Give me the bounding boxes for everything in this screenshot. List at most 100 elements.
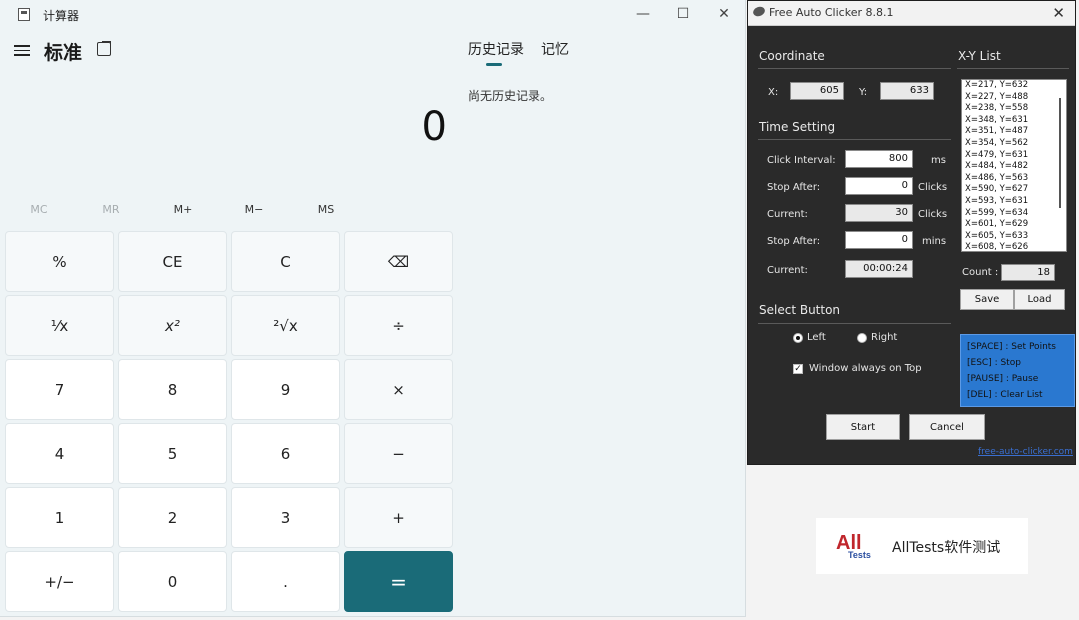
right-button-radio[interactable] bbox=[857, 333, 867, 343]
keep-on-top-icon[interactable] bbox=[97, 41, 111, 56]
list-item[interactable]: X=238, Y=558 bbox=[962, 103, 1066, 115]
divider bbox=[758, 139, 951, 140]
digit-0-button[interactable]: 0 bbox=[118, 551, 227, 612]
square-button[interactable]: x² bbox=[118, 295, 227, 356]
save-button[interactable]: Save bbox=[960, 289, 1014, 310]
list-item[interactable]: X=599, Y=634 bbox=[962, 208, 1066, 220]
alltests-logo: All Tests bbox=[836, 532, 876, 560]
current-clicks-unit: Clicks bbox=[918, 209, 948, 220]
equals-button[interactable]: = bbox=[344, 551, 453, 612]
close-icon[interactable]: ✕ bbox=[709, 4, 739, 24]
divide-button[interactable]: ÷ bbox=[344, 295, 453, 356]
clear-entry-button[interactable]: CE bbox=[118, 231, 227, 292]
list-item[interactable]: X=217, Y=632 bbox=[962, 80, 1066, 92]
clear-button[interactable]: C bbox=[231, 231, 340, 292]
mc-button[interactable]: MC bbox=[19, 203, 59, 216]
stop-after-mins-input[interactable]: 0 bbox=[845, 231, 913, 249]
list-item[interactable]: X=351, Y=487 bbox=[962, 126, 1066, 138]
hotkey-clear-list: [DEL] : Clear List bbox=[967, 390, 1043, 400]
divider bbox=[758, 68, 951, 69]
digit-5-button[interactable]: 5 bbox=[118, 423, 227, 484]
always-on-top-checkbox[interactable]: ✓ bbox=[793, 364, 803, 374]
x-label: X: bbox=[768, 87, 779, 98]
auto-clicker-window: Free Auto Clicker 8.8.1 ✕ Coordinate X: … bbox=[747, 0, 1076, 465]
hotkeys-panel: [SPACE] : Set Points [ESC] : Stop [PAUSE… bbox=[960, 334, 1075, 407]
mode-title: 标准 bbox=[44, 42, 83, 64]
subtract-button[interactable]: − bbox=[344, 423, 453, 484]
left-button-radio[interactable] bbox=[793, 333, 803, 343]
minimize-icon[interactable]: — bbox=[628, 4, 658, 24]
menu-icon[interactable] bbox=[14, 42, 30, 56]
auto-clicker-logo-icon bbox=[751, 5, 767, 18]
time-setting-section-title: Time Setting bbox=[759, 120, 836, 134]
divider bbox=[758, 323, 951, 324]
stop-after-mins-unit: mins bbox=[922, 236, 947, 247]
tab-history[interactable]: 历史记录 bbox=[468, 39, 524, 59]
square-root-button[interactable]: ²√x bbox=[231, 295, 340, 356]
list-item[interactable]: X=601, Y=629 bbox=[962, 219, 1066, 231]
ms-button[interactable]: MS bbox=[306, 203, 346, 216]
backspace-button[interactable]: ⌫ bbox=[344, 231, 453, 292]
list-item[interactable]: X=593, Y=631 bbox=[962, 196, 1066, 208]
calculator-titlebar[interactable]: 计算器 — ☐ ✕ bbox=[0, 0, 745, 28]
digit-6-button[interactable]: 6 bbox=[231, 423, 340, 484]
calculator-app-icon bbox=[18, 8, 30, 21]
cancel-button[interactable]: Cancel bbox=[909, 414, 985, 440]
xy-list-section-title: X-Y List bbox=[958, 49, 1001, 63]
add-button[interactable]: + bbox=[344, 487, 453, 548]
history-empty-text: 尚无历史记录。 bbox=[468, 89, 553, 103]
tab-memory[interactable]: 记忆 bbox=[541, 39, 569, 59]
click-interval-input[interactable]: 800 bbox=[845, 150, 913, 168]
list-item[interactable]: X=605, Y=633 bbox=[962, 231, 1066, 243]
multiply-button[interactable]: × bbox=[344, 359, 453, 420]
digit-3-button[interactable]: 3 bbox=[231, 487, 340, 548]
digit-2-button[interactable]: 2 bbox=[118, 487, 227, 548]
result-display: 0 bbox=[421, 104, 447, 150]
hotkey-pause: [PAUSE] : Pause bbox=[967, 374, 1039, 384]
load-button[interactable]: Load bbox=[1014, 289, 1065, 310]
list-item[interactable]: X=590, Y=627 bbox=[962, 184, 1066, 196]
list-item[interactable]: X=486, Y=563 bbox=[962, 173, 1066, 185]
current-clicks-label: Current: bbox=[767, 209, 808, 220]
start-button[interactable]: Start bbox=[826, 414, 900, 440]
select-button-section-title: Select Button bbox=[759, 303, 841, 317]
m-minus-button[interactable]: M− bbox=[234, 203, 274, 216]
hotkey-set-points: [SPACE] : Set Points bbox=[967, 342, 1056, 352]
digit-7-button[interactable]: 7 bbox=[5, 359, 114, 420]
stop-after-clicks-input[interactable]: 0 bbox=[845, 177, 913, 195]
y-label: Y: bbox=[859, 87, 868, 98]
list-item[interactable]: X=608, Y=626 bbox=[962, 242, 1066, 251]
reciprocal-button[interactable]: ¹⁄x bbox=[5, 295, 114, 356]
website-link[interactable]: free-auto-clicker.com bbox=[978, 447, 1073, 457]
list-scrollbar[interactable] bbox=[1059, 98, 1061, 208]
list-item[interactable]: X=227, Y=488 bbox=[962, 92, 1066, 104]
y-coordinate-field: 633 bbox=[880, 82, 934, 100]
decimal-button[interactable]: . bbox=[231, 551, 340, 612]
negate-button[interactable]: +/− bbox=[5, 551, 114, 612]
list-item[interactable]: X=479, Y=631 bbox=[962, 150, 1066, 162]
xy-list[interactable]: X=217, Y=632 X=227, Y=488 X=238, Y=558 X… bbox=[961, 79, 1067, 252]
m-plus-button[interactable]: M+ bbox=[163, 203, 203, 216]
digit-1-button[interactable]: 1 bbox=[5, 487, 114, 548]
left-button-label: Left bbox=[807, 332, 826, 343]
list-item[interactable]: X=484, Y=482 bbox=[962, 161, 1066, 173]
digit-9-button[interactable]: 9 bbox=[231, 359, 340, 420]
logo-tests-text: Tests bbox=[848, 550, 871, 560]
digit-8-button[interactable]: 8 bbox=[118, 359, 227, 420]
percent-button[interactable]: % bbox=[5, 231, 114, 292]
stop-after-mins-label: Stop After: bbox=[767, 236, 821, 247]
auto-clicker-titlebar[interactable]: Free Auto Clicker 8.8.1 ✕ bbox=[748, 1, 1075, 26]
x-coordinate-field: 605 bbox=[790, 82, 844, 100]
digit-4-button[interactable]: 4 bbox=[5, 423, 114, 484]
click-interval-label: Click Interval: bbox=[767, 155, 836, 166]
right-button-label: Right bbox=[871, 332, 898, 343]
active-tab-indicator bbox=[486, 63, 502, 66]
maximize-icon[interactable]: ☐ bbox=[668, 4, 698, 24]
keypad: % CE C ⌫ ¹⁄x x² ²√x ÷ 7 8 9 × 4 5 6 − 1 … bbox=[5, 231, 455, 613]
current-clicks-field: 30 bbox=[845, 204, 913, 222]
list-item[interactable]: X=348, Y=631 bbox=[962, 115, 1066, 127]
close-icon[interactable]: ✕ bbox=[1052, 4, 1065, 22]
list-item[interactable]: X=354, Y=562 bbox=[962, 138, 1066, 150]
mr-button[interactable]: MR bbox=[91, 203, 131, 216]
banner-text: AllTests软件测试 bbox=[892, 540, 1001, 556]
